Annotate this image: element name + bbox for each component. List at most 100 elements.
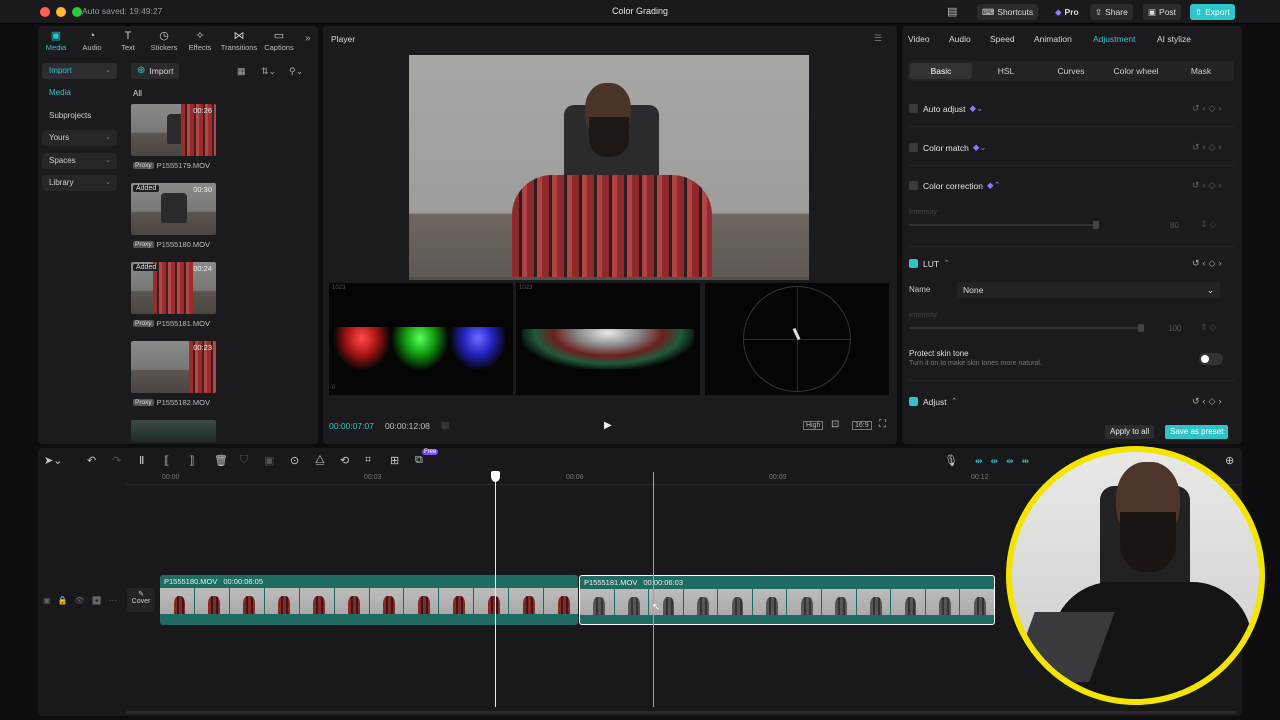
split-left-icon[interactable]: ⟦ <box>164 454 169 467</box>
tab-transitions[interactable]: ⋈ Transitions <box>218 26 260 52</box>
sidebar-item-import[interactable]: Import ⌄ <box>42 63 117 79</box>
reset-keyframe-icons[interactable]: ↺‹◇› <box>1192 258 1224 269</box>
split-right-icon[interactable]: ⟧ <box>189 454 194 467</box>
intensity-slider[interactable] <box>909 224 1094 226</box>
track-control-icons[interactable]: ▣🔒👁◀⋯ <box>43 596 124 605</box>
tab-media[interactable]: ▣ Media <box>38 26 74 52</box>
filter-icon[interactable]: ⚲⌄ <box>289 66 303 77</box>
media-file-name: P1555181.MOV <box>156 319 210 328</box>
play-button[interactable]: ▶ <box>604 420 612 431</box>
tab-audio[interactable]: ◔ Audio <box>74 26 110 52</box>
tab-adjustment[interactable]: Adjustment <box>1093 34 1136 44</box>
tab-captions[interactable]: ▭ Captions <box>260 26 298 52</box>
sort-icon[interactable]: ⇅⌄ <box>261 66 276 77</box>
fullscreen-icon[interactable]: ⛶ <box>879 419 886 430</box>
timeline-scrollbar[interactable] <box>126 711 1236 714</box>
subtab-curves[interactable]: Curves <box>1040 66 1102 76</box>
sidebar-item-spaces[interactable]: Spaces ⌄ <box>42 153 117 169</box>
tab-video[interactable]: Video <box>908 34 930 44</box>
pro-button[interactable]: ◆ Pro <box>1050 4 1084 20</box>
timeline-clip-2[interactable]: P1555181.MOV 00:00:06:03 <box>579 575 995 625</box>
media-thumbnail[interactable] <box>131 420 216 442</box>
ai-tool-icon[interactable]: ⧉ <box>415 454 423 467</box>
sidebar-item-media[interactable]: Media <box>42 85 117 101</box>
tab-text[interactable]: T Text <box>110 26 146 52</box>
grid-view-icon[interactable]: ▦ <box>237 66 246 77</box>
added-badge: Added <box>133 264 160 271</box>
video-preview[interactable] <box>409 55 809 280</box>
stepper-keyframe-icons[interactable]: ⇕◇ <box>1200 322 1218 333</box>
color-correction-checkbox[interactable] <box>909 181 918 190</box>
timecode-icon[interactable]: ▦ <box>441 420 450 431</box>
subtab-mask[interactable]: Mask <box>1170 66 1232 76</box>
apply-to-all-button[interactable]: Apply to all <box>1105 425 1155 439</box>
stepper-keyframe-icons[interactable]: ⇕◇ <box>1200 219 1218 230</box>
subtab-basic[interactable]: Basic <box>910 66 972 76</box>
lut-name-select[interactable]: None ⌄ <box>957 282 1220 298</box>
media-thumbnail[interactable]: Added 00:30 <box>131 183 216 235</box>
save-as-preset-button[interactable]: Save as preset <box>1165 425 1229 439</box>
sidebar-item-yours[interactable]: Yours ⌄ <box>42 130 117 146</box>
share-button[interactable]: ⇪ Share <box>1090 4 1133 20</box>
reset-keyframe-icons[interactable]: ↺‹◇› <box>1192 103 1224 114</box>
media-thumbnail[interactable]: 00:23 <box>131 341 216 393</box>
slider-handle[interactable] <box>1138 324 1144 332</box>
rotate-icon[interactable]: ⟲ <box>340 454 349 467</box>
tab-speed[interactable]: Speed <box>990 34 1015 44</box>
lut-checkbox[interactable] <box>909 259 918 268</box>
auto-adjust-checkbox[interactable] <box>909 104 918 113</box>
tab-effects[interactable]: ✧ Effects <box>182 26 218 52</box>
slider-handle[interactable] <box>1093 221 1099 229</box>
clip-frame <box>925 589 960 615</box>
desk <box>409 277 809 280</box>
playhead-handle[interactable] <box>491 471 500 482</box>
snap-link-icons[interactable]: ⇹⇹⇹⇹ <box>975 456 1037 467</box>
select-tool-icon[interactable]: ➤⌄ <box>44 454 62 467</box>
microphone-icon[interactable]: 🎙 <box>944 454 958 467</box>
tab-audio[interactable]: Audio <box>949 34 971 44</box>
protect-skin-toggle[interactable] <box>1199 353 1223 365</box>
zoom-plus-icon[interactable]: ⊕ <box>1225 454 1234 467</box>
shortcuts-button[interactable]: ⌨ Shortcuts <box>977 4 1039 20</box>
lut-intensity-value[interactable]: 100 <box>1168 324 1181 333</box>
tab-animation[interactable]: Animation <box>1034 34 1072 44</box>
cover-button[interactable]: ✎ Cover <box>127 588 155 612</box>
intensity-value[interactable]: 80 <box>1170 221 1179 230</box>
crop-icon[interactable]: ⌗ <box>365 454 371 467</box>
post-button[interactable]: ▣ Post <box>1143 4 1182 20</box>
media-filter-all[interactable]: All <box>133 89 142 98</box>
reset-keyframe-icons[interactable]: ↺‹◇› <box>1192 142 1224 153</box>
adjust-checkbox[interactable] <box>909 397 918 406</box>
split-icon[interactable]: Ⅱ <box>139 454 144 467</box>
mirror-icon[interactable]: ⧋ <box>315 454 325 467</box>
timeline-clip-1[interactable]: P1555180.MOV 00:00:06:05 <box>160 575 578 625</box>
auto-reframe-icon[interactable]: ⊞ <box>390 454 399 467</box>
reset-keyframe-icons[interactable]: ↺‹◇› <box>1192 180 1224 191</box>
undo-icon[interactable]: ↶ <box>87 454 96 467</box>
redo-icon[interactable]: ↷ <box>112 454 121 467</box>
sidebar-item-subprojects[interactable]: Subprojects <box>42 108 117 124</box>
export-button[interactable]: ⇧ Export <box>1190 4 1235 20</box>
media-thumbnail[interactable]: 00:26 <box>131 104 216 156</box>
media-thumbnail[interactable]: Added 00:24 <box>131 262 216 314</box>
screenshot-icon[interactable]: ⊡ <box>831 419 839 430</box>
reset-keyframe-icons[interactable]: ↺‹◇› <box>1192 396 1224 407</box>
more-tabs-icon[interactable]: » <box>305 33 311 44</box>
aspect-ratio-button[interactable]: 16:9 <box>852 421 872 430</box>
lut-intensity-slider[interactable] <box>909 327 1141 329</box>
layout-icon[interactable]: ▤ <box>947 5 957 18</box>
menu-icon[interactable]: ☰ <box>874 33 882 44</box>
subtab-color-wheel[interactable]: Color wheel <box>1105 66 1167 76</box>
shield-icon[interactable]: ⛉ <box>240 454 248 467</box>
quality-button[interactable]: High <box>803 421 824 430</box>
playhead[interactable] <box>495 472 496 707</box>
tab-ai-stylize[interactable]: AI stylize <box>1157 34 1191 44</box>
sidebar-item-library[interactable]: Library ⌄ <box>42 175 117 191</box>
delete-icon[interactable]: 🗑 <box>214 454 228 467</box>
subtab-hsl[interactable]: HSL <box>975 66 1037 76</box>
freeze-icon[interactable]: ▣ <box>264 454 274 467</box>
speed-icon[interactable]: ⊙ <box>290 454 299 467</box>
import-button[interactable]: ⊕ Import <box>131 63 180 79</box>
tab-stickers[interactable]: ◷ Stickers <box>146 26 182 52</box>
color-match-checkbox[interactable] <box>909 143 918 152</box>
